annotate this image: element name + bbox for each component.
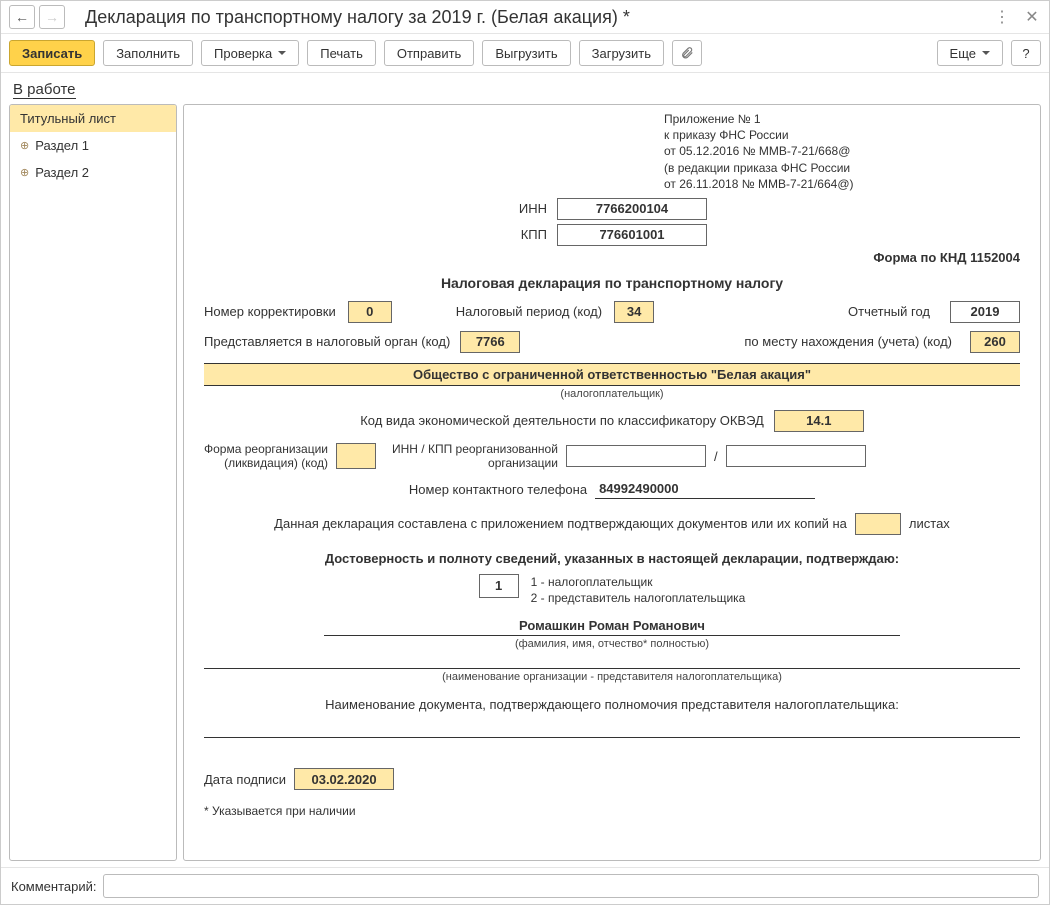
tree-label: Раздел 1 [35, 138, 89, 153]
print-button[interactable]: Печать [307, 40, 376, 66]
phone-label: Номер контактного телефона [409, 482, 587, 497]
sign-date-field[interactable]: 03.02.2020 [294, 768, 394, 790]
confirmer-type-field[interactable]: 1 [479, 574, 519, 598]
reorg-inn-field[interactable] [566, 445, 706, 467]
section-tree: Титульный лист ⊕ Раздел 1 ⊕ Раздел 2 [9, 104, 177, 861]
rep-doc-label: Наименование документа, подтверждающего … [204, 697, 1020, 712]
confirmer-legend: 1 - налогоплательщик 2 - представитель н… [531, 574, 746, 606]
nav-back-button[interactable]: ← [9, 5, 35, 29]
send-button[interactable]: Отправить [384, 40, 474, 66]
status-link[interactable]: В работе [13, 81, 76, 99]
help-button[interactable]: ? [1011, 40, 1041, 66]
confirm-title: Достоверность и полноту сведений, указан… [204, 551, 1020, 566]
tree-label: Титульный лист [20, 111, 116, 126]
kpp-field[interactable]: 776601001 [557, 224, 707, 246]
save-button[interactable]: Записать [9, 40, 95, 66]
place-label: по месту нахождения (учета) (код) [744, 334, 952, 349]
expand-icon: ⊕ [20, 166, 29, 179]
reorg-inn-label-l1: ИНН / КПП реорганизованной [392, 442, 558, 456]
organ-field[interactable]: 7766 [460, 331, 520, 353]
sign-date-label: Дата подписи [204, 772, 286, 787]
pages-text2: листах [909, 516, 950, 531]
tree-item-title-page[interactable]: Титульный лист [10, 105, 176, 132]
kpp-label: КПП [307, 227, 547, 242]
document-pane[interactable]: Приложение № 1 к приказу ФНС России от 0… [183, 104, 1041, 861]
expand-icon: ⊕ [20, 139, 29, 152]
document-title: Налоговая декларация по транспортному на… [204, 275, 1020, 291]
export-button[interactable]: Выгрузить [482, 40, 570, 66]
more-button[interactable]: Еще [937, 40, 1003, 66]
phone-field[interactable]: 84992490000 [595, 481, 815, 499]
comment-row: Комментарий: [1, 867, 1049, 904]
okved-field[interactable]: 14.1 [774, 410, 864, 432]
tree-label: Раздел 2 [35, 165, 89, 180]
corr-label: Номер корректировки [204, 304, 336, 319]
appendix-block: Приложение № 1 к приказу ФНС России от 0… [664, 111, 1020, 192]
reorg-form-field[interactable] [336, 443, 376, 469]
import-button[interactable]: Загрузить [579, 40, 664, 66]
place-field[interactable]: 260 [970, 331, 1020, 353]
period-label: Налоговый период (код) [456, 304, 602, 319]
titlebar: ← → Декларация по транспортному налогу з… [1, 1, 1049, 34]
kebab-menu-icon[interactable]: ⋮ [993, 8, 1011, 26]
year-label: Отчетный год [848, 304, 930, 319]
pages-count-field[interactable] [855, 513, 901, 535]
signer-name-field[interactable]: Ромашкин Роман Романович [324, 616, 900, 636]
paperclip-icon [680, 46, 694, 60]
signer-name-caption: (фамилия, имя, отчество* полностью) [204, 638, 1020, 650]
inn-field[interactable]: 7766200104 [557, 198, 707, 220]
fill-button[interactable]: Заполнить [103, 40, 193, 66]
footnote: * Указывается при наличии [204, 804, 1020, 818]
reorg-form-label-l1: Форма реорганизации [204, 442, 328, 456]
rep-doc-field[interactable] [204, 716, 1020, 738]
pages-text1: Данная декларация составлена с приложени… [274, 516, 847, 531]
window-title: Декларация по транспортному налогу за 20… [85, 7, 630, 28]
reorg-kpp-field[interactable] [726, 445, 866, 467]
corr-field[interactable]: 0 [348, 301, 392, 323]
period-field[interactable]: 34 [614, 301, 654, 323]
comment-label: Комментарий: [11, 879, 97, 894]
inn-label: ИНН [307, 201, 547, 216]
rep-org-caption: (наименование организации - представител… [204, 671, 1020, 683]
okved-label: Код вида экономической деятельности по к… [360, 413, 764, 428]
organ-label: Представляется в налоговый орган (код) [204, 334, 450, 349]
toolbar: Записать Заполнить Проверка Печать Отпра… [1, 34, 1049, 73]
reorg-inn-label-l2: организации [392, 456, 558, 470]
knd-label: Форма по КНД 1152004 [873, 250, 1020, 265]
reorg-form-label-l2: (ликвидация) (код) [204, 456, 328, 470]
year-field[interactable]: 2019 [950, 301, 1020, 323]
check-button[interactable]: Проверка [201, 40, 299, 66]
comment-input[interactable] [103, 874, 1040, 898]
tree-item-section2[interactable]: ⊕ Раздел 2 [10, 159, 176, 186]
tree-item-section1[interactable]: ⊕ Раздел 1 [10, 132, 176, 159]
slash: / [714, 449, 718, 464]
nav-forward-button[interactable]: → [39, 5, 65, 29]
close-icon[interactable]: ✕ [1023, 8, 1041, 26]
taxpayer-name-field[interactable]: Общество с ограниченной ответственностью… [204, 363, 1020, 386]
attach-button[interactable] [672, 40, 702, 66]
taxpayer-caption: (налогоплательщик) [204, 388, 1020, 400]
